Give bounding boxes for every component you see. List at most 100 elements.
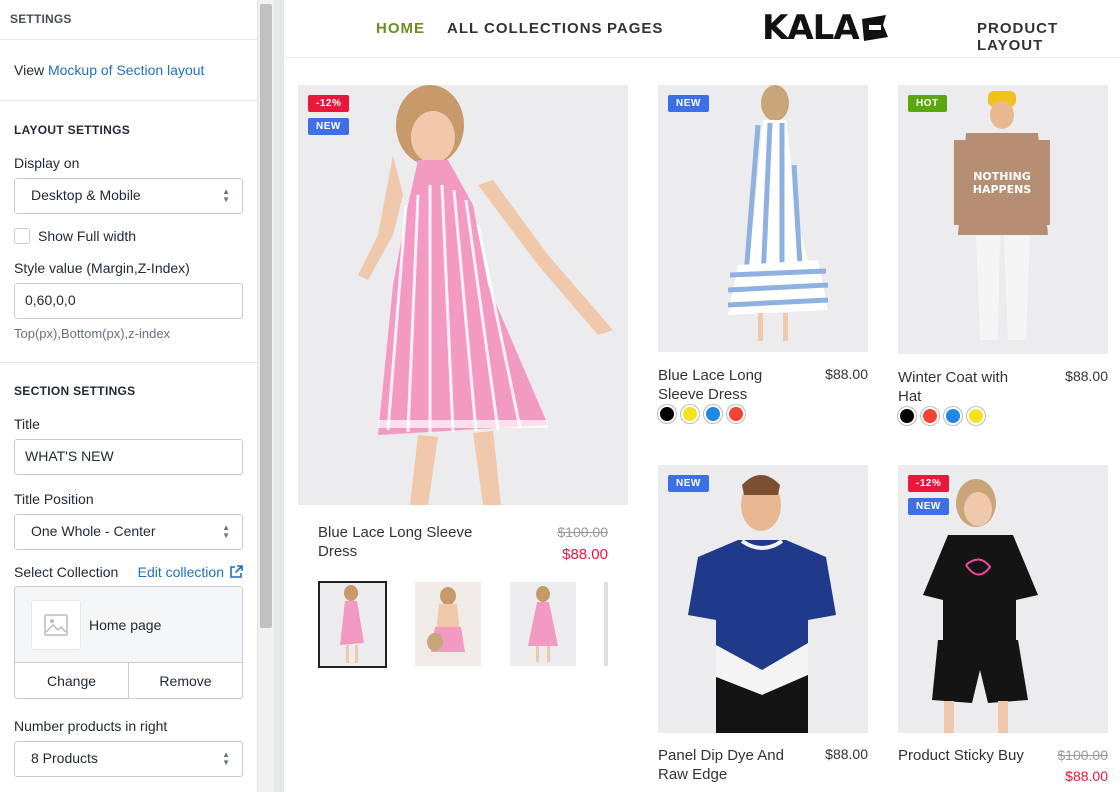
product-2-image[interactable]: NOTHING HAPPENS HOT: [898, 85, 1108, 354]
product-3-name[interactable]: Panel Dip Dye And Raw Edge: [658, 746, 798, 784]
section-settings-title: SECTION SETTINGS: [14, 384, 136, 398]
change-button[interactable]: Change: [15, 663, 128, 698]
swatch-yellow[interactable]: [967, 407, 985, 425]
product-3-price: $88.00: [825, 746, 868, 762]
gallery-thumb-1[interactable]: [318, 581, 387, 668]
svg-text:NOTHING: NOTHING: [973, 170, 1031, 183]
title-position-select[interactable]: One Whole - Center ▲ ▼: [14, 514, 243, 550]
image-placeholder-icon: [44, 613, 68, 636]
product-4-image[interactable]: -12% NEW: [898, 465, 1108, 733]
featured-price: $88.00: [562, 546, 608, 563]
nav-product-layout[interactable]: PRODUCT LAYOUT: [977, 20, 1120, 54]
product-3-image[interactable]: NEW: [658, 465, 868, 733]
panel-header: SETTINGS: [0, 0, 257, 40]
product-4-name[interactable]: Product Sticky Buy: [898, 746, 1038, 765]
title-position-label: Title Position: [14, 491, 94, 507]
featured-old-price: $100.00: [557, 524, 608, 540]
full-width-row[interactable]: Show Full width: [14, 228, 243, 244]
layout-settings-section: LAYOUT SETTINGS Display on Desktop & Mob…: [0, 101, 257, 363]
title-label: Title: [14, 416, 40, 432]
product-1-price: $88.00: [825, 366, 868, 382]
collection-actions: Change Remove: [15, 662, 242, 698]
collection-thumbnail: [31, 599, 81, 650]
number-products-select[interactable]: 8 Products ▲ ▼: [14, 741, 243, 777]
mockup-link[interactable]: Mockup of Section layout: [48, 62, 204, 78]
selected-collection: Home page: [15, 587, 242, 662]
product-4-price: $88.00: [1065, 768, 1108, 784]
gallery-thumb-4-partial[interactable]: [604, 582, 608, 666]
thumb-image: [510, 582, 576, 666]
external-link-icon: [230, 565, 243, 578]
product-1-image[interactable]: NEW: [658, 85, 868, 352]
section-settings-section: SECTION SETTINGS Title WHAT'S NEW Title …: [0, 363, 257, 777]
title-position-value: One Whole - Center: [31, 523, 156, 539]
store-logo[interactable]: KALA: [762, 8, 890, 48]
swatch-black[interactable]: [658, 405, 676, 423]
product-2-name[interactable]: Winter Coat with Hat: [898, 368, 1028, 406]
gallery-thumb-3[interactable]: [510, 582, 576, 666]
layout-settings-title: LAYOUT SETTINGS: [14, 123, 131, 137]
sale-badge: -12%: [308, 95, 350, 112]
select-collection-label: Select Collection: [14, 564, 119, 580]
view-prefix: View: [14, 62, 45, 78]
new-badge: NEW: [668, 475, 709, 492]
product-2-price: $88.00: [1065, 368, 1108, 384]
display-on-label: Display on: [14, 155, 80, 171]
new-badge: NEW: [668, 95, 709, 112]
panel-title: SETTINGS: [10, 12, 72, 26]
swatch-red[interactable]: [727, 405, 745, 423]
new-badge: NEW: [908, 498, 949, 515]
nav-home[interactable]: HOME: [376, 20, 425, 37]
nav-all-collections[interactable]: ALL COLLECTIONS: [447, 20, 603, 37]
preview-gutter: [274, 0, 284, 792]
thumb-image: [320, 583, 385, 666]
new-badge: NEW: [308, 118, 349, 135]
panel-scrollbar[interactable]: [258, 0, 274, 792]
hoodie-figure: NOTHING HAPPENS: [898, 85, 1108, 354]
full-width-label: Show Full width: [38, 228, 137, 244]
swatch-blue[interactable]: [704, 405, 722, 423]
striped-dress-figure: [658, 85, 868, 352]
hot-badge: HOT: [908, 95, 947, 112]
remove-button[interactable]: Remove: [128, 663, 242, 698]
display-on-select[interactable]: Desktop & Mobile ▲ ▼: [14, 178, 243, 214]
featured-product-image[interactable]: -12% NEW: [298, 85, 628, 505]
style-value-label: Style value (Margin,Z-Index): [14, 260, 190, 276]
gallery-thumb-2[interactable]: [415, 582, 481, 666]
swatch-black[interactable]: [898, 407, 916, 425]
select-caret-icon: ▲ ▼: [222, 187, 230, 204]
logo-flag-icon: [861, 15, 888, 41]
product-4-old-price: $100.00: [1057, 747, 1108, 763]
store-preview: HOME ALL COLLECTIONS PAGES KALA PRODUCT …: [284, 0, 1120, 792]
swatch-yellow[interactable]: [681, 405, 699, 423]
collection-name: Home page: [89, 616, 162, 633]
product-2-swatches: [898, 407, 985, 425]
number-products-value: 8 Products: [31, 750, 98, 766]
svg-text:HAPPENS: HAPPENS: [973, 183, 1032, 196]
settings-panel: SETTINGS View Mockup of Section layout L…: [0, 0, 258, 792]
swatch-red[interactable]: [921, 407, 939, 425]
product-1-swatches: [658, 405, 745, 423]
style-value-input[interactable]: 0,60,0,0: [14, 283, 243, 319]
number-products-label: Number products in right: [14, 718, 168, 734]
full-width-checkbox[interactable]: [14, 228, 30, 244]
tshirt-figure: [658, 465, 868, 733]
select-caret-icon: ▲ ▼: [222, 523, 230, 540]
collection-picker: Home page Change Remove: [14, 586, 243, 699]
store-header: HOME ALL COLLECTIONS PAGES KALA PRODUCT …: [284, 0, 1120, 58]
swatch-blue[interactable]: [944, 407, 962, 425]
view-mockup-row: View Mockup of Section layout: [0, 40, 257, 101]
title-input[interactable]: WHAT'S NEW: [14, 439, 243, 475]
product-1-name[interactable]: Blue Lace Long Sleeve Dress: [658, 366, 788, 404]
select-caret-icon: ▲ ▼: [222, 750, 230, 767]
thumb-image: [415, 582, 481, 666]
panel-scrollbar-thumb[interactable]: [260, 4, 272, 628]
nav-pages[interactable]: PAGES: [607, 20, 663, 37]
featured-product-name[interactable]: Blue Lace Long Sleeve Dress: [318, 523, 508, 561]
pink-dress-figure: [298, 85, 628, 505]
edit-collection-link[interactable]: Edit collection: [138, 564, 243, 580]
style-value-hint: Top(px),Bottom(px),z-index: [14, 326, 171, 341]
collection-row: Select Collection Edit collection: [14, 564, 243, 580]
sale-badge: -12%: [908, 475, 950, 492]
logo-text: KALA: [762, 8, 860, 48]
